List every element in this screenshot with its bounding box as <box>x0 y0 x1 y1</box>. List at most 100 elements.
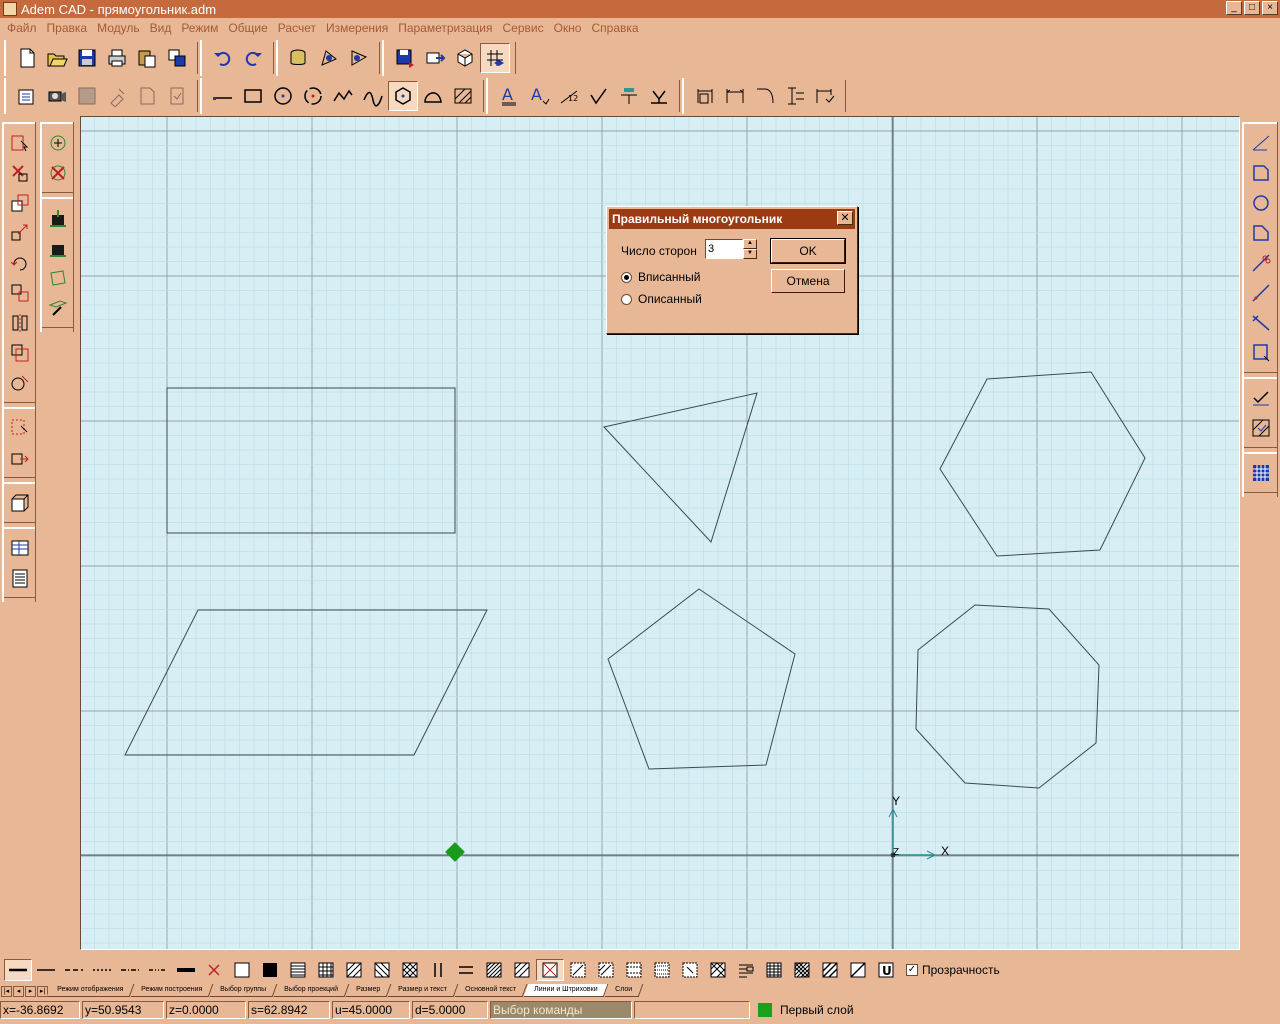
dimension-chain-button[interactable] <box>810 81 840 111</box>
menu-calc[interactable]: Расчет <box>273 21 321 35</box>
line-solid-button[interactable] <box>32 959 60 981</box>
plane-pin-button[interactable] <box>44 293 72 323</box>
menu-module[interactable]: Модуль <box>92 21 145 35</box>
menu-help[interactable]: Справка <box>586 21 643 35</box>
line-button[interactable] <box>208 81 238 111</box>
apply-button[interactable] <box>1247 383 1275 413</box>
transparency-option[interactable]: ✓ Прозрачность <box>906 963 1000 977</box>
curve-button[interactable] <box>358 81 388 111</box>
copy-object-button[interactable] <box>6 188 34 218</box>
underline-button[interactable]: U <box>872 959 900 981</box>
offset-button[interactable] <box>6 368 34 398</box>
hatch-vertical-button[interactable] <box>424 959 452 981</box>
construct-angle-button[interactable] <box>1247 308 1275 338</box>
select-window-button[interactable] <box>6 413 34 443</box>
rectangle-button[interactable] <box>238 81 268 111</box>
hatch-pattern-2-button[interactable] <box>592 959 620 981</box>
snap-off-button[interactable] <box>44 158 72 188</box>
hatch-grid-button[interactable] <box>312 959 340 981</box>
spline-button[interactable] <box>328 81 358 111</box>
select-button[interactable] <box>6 128 34 158</box>
rotate-button[interactable] <box>6 248 34 278</box>
block-button[interactable] <box>6 488 34 518</box>
text-style-button[interactable]: A <box>524 81 554 111</box>
current-layer[interactable]: Первый слой <box>752 1003 854 1017</box>
dialog-title-bar[interactable]: Правильный многоугольник ✕ <box>609 209 855 229</box>
export-button[interactable] <box>420 43 450 73</box>
line-dash-dot-button[interactable] <box>116 959 144 981</box>
line-dashed-button[interactable] <box>60 959 88 981</box>
tab-dimension[interactable]: Размер <box>345 984 392 997</box>
tab-dimension-text[interactable]: Размер и текст <box>387 984 459 997</box>
maximize-button[interactable]: □ <box>1244 1 1260 15</box>
ok-button[interactable]: OK <box>770 238 846 264</box>
3d-cube-button[interactable] <box>450 43 480 73</box>
tab-display-mode[interactable]: Режим отображения <box>46 984 135 997</box>
tab-nav-prev[interactable]: ◂ <box>13 986 24 997</box>
dimension-angle-button[interactable] <box>750 81 780 111</box>
hatch-pattern-4-button[interactable] <box>648 959 676 981</box>
hexagon-shape[interactable] <box>939 371 1146 557</box>
menu-file[interactable]: Файл <box>2 21 42 35</box>
line-bold-button[interactable] <box>172 959 200 981</box>
open-button[interactable] <box>42 43 72 73</box>
menu-view[interactable]: Вид <box>145 21 177 35</box>
delete-button[interactable] <box>6 158 34 188</box>
hatch-pattern-6-button[interactable] <box>704 959 732 981</box>
menu-edit[interactable]: Правка <box>42 21 93 35</box>
hatch-pattern-8-button[interactable] <box>760 959 788 981</box>
save-grey-button[interactable] <box>72 81 102 111</box>
save-disk-button[interactable] <box>390 43 420 73</box>
hatch-dense-2-button[interactable] <box>508 959 536 981</box>
view-plane-2-button[interactable] <box>344 43 374 73</box>
hatch-horizontal-button[interactable] <box>284 959 312 981</box>
plane-button[interactable] <box>44 263 72 293</box>
grid-toggle-button[interactable] <box>480 43 510 73</box>
close-button[interactable]: × <box>1262 1 1278 15</box>
table-button[interactable] <box>6 533 34 563</box>
layer-load-button[interactable] <box>44 233 72 263</box>
construct-point-button[interactable] <box>1247 128 1275 158</box>
hatch-pattern-1-button[interactable] <box>564 959 592 981</box>
hatch-pattern-5-button[interactable] <box>676 959 704 981</box>
print-button[interactable] <box>102 43 132 73</box>
pentagon-shape[interactable] <box>607 588 796 770</box>
hatch-pattern-7-button[interactable] <box>732 959 760 981</box>
hatch-dense-button[interactable] <box>480 959 508 981</box>
stretch-button[interactable] <box>6 443 34 473</box>
view-plane-button[interactable] <box>314 43 344 73</box>
roughness-button[interactable] <box>614 81 644 111</box>
redo-button[interactable] <box>238 43 268 73</box>
hatch-pattern-11-button[interactable] <box>844 959 872 981</box>
circumscribed-radio-dot[interactable] <box>621 293 632 305</box>
fill-white-button[interactable] <box>228 959 256 981</box>
polygon-button[interactable] <box>388 81 418 111</box>
hatch-diag-left-button[interactable] <box>368 959 396 981</box>
settings-grey-button[interactable] <box>102 81 132 111</box>
scale-button[interactable] <box>6 338 34 368</box>
menu-mode[interactable]: Режим <box>176 21 223 35</box>
hatch-pattern-9-button[interactable] <box>788 959 816 981</box>
menu-general[interactable]: Общие <box>223 21 272 35</box>
line-solid-thick-button[interactable] <box>4 959 32 981</box>
copy-button[interactable] <box>162 43 192 73</box>
inscribed-radio-dot[interactable] <box>621 271 632 283</box>
tab-build-mode[interactable]: Режим построения <box>130 984 214 997</box>
rectangle-shape[interactable] <box>166 387 456 534</box>
sides-up-button[interactable]: ▲ <box>743 239 757 249</box>
tolerance-button[interactable] <box>644 81 674 111</box>
dialog-close-button[interactable]: ✕ <box>837 211 853 225</box>
circumscribed-radio[interactable]: Описанный <box>621 292 702 306</box>
sides-down-button[interactable]: ▼ <box>743 249 757 259</box>
save-button[interactable] <box>72 43 102 73</box>
fill-pattern-button[interactable] <box>1247 458 1275 488</box>
hatch-diag-right-button[interactable] <box>340 959 368 981</box>
paste-button[interactable] <box>132 43 162 73</box>
tab-nav-first[interactable]: |◂ <box>1 986 12 997</box>
doc-grey-button[interactable] <box>132 81 162 111</box>
new-button[interactable] <box>12 43 42 73</box>
dimension-horizontal-button[interactable] <box>720 81 750 111</box>
transparency-checkbox[interactable]: ✓ <box>906 964 918 976</box>
construct-circle-button[interactable] <box>1247 188 1275 218</box>
sides-input[interactable] <box>705 239 743 259</box>
